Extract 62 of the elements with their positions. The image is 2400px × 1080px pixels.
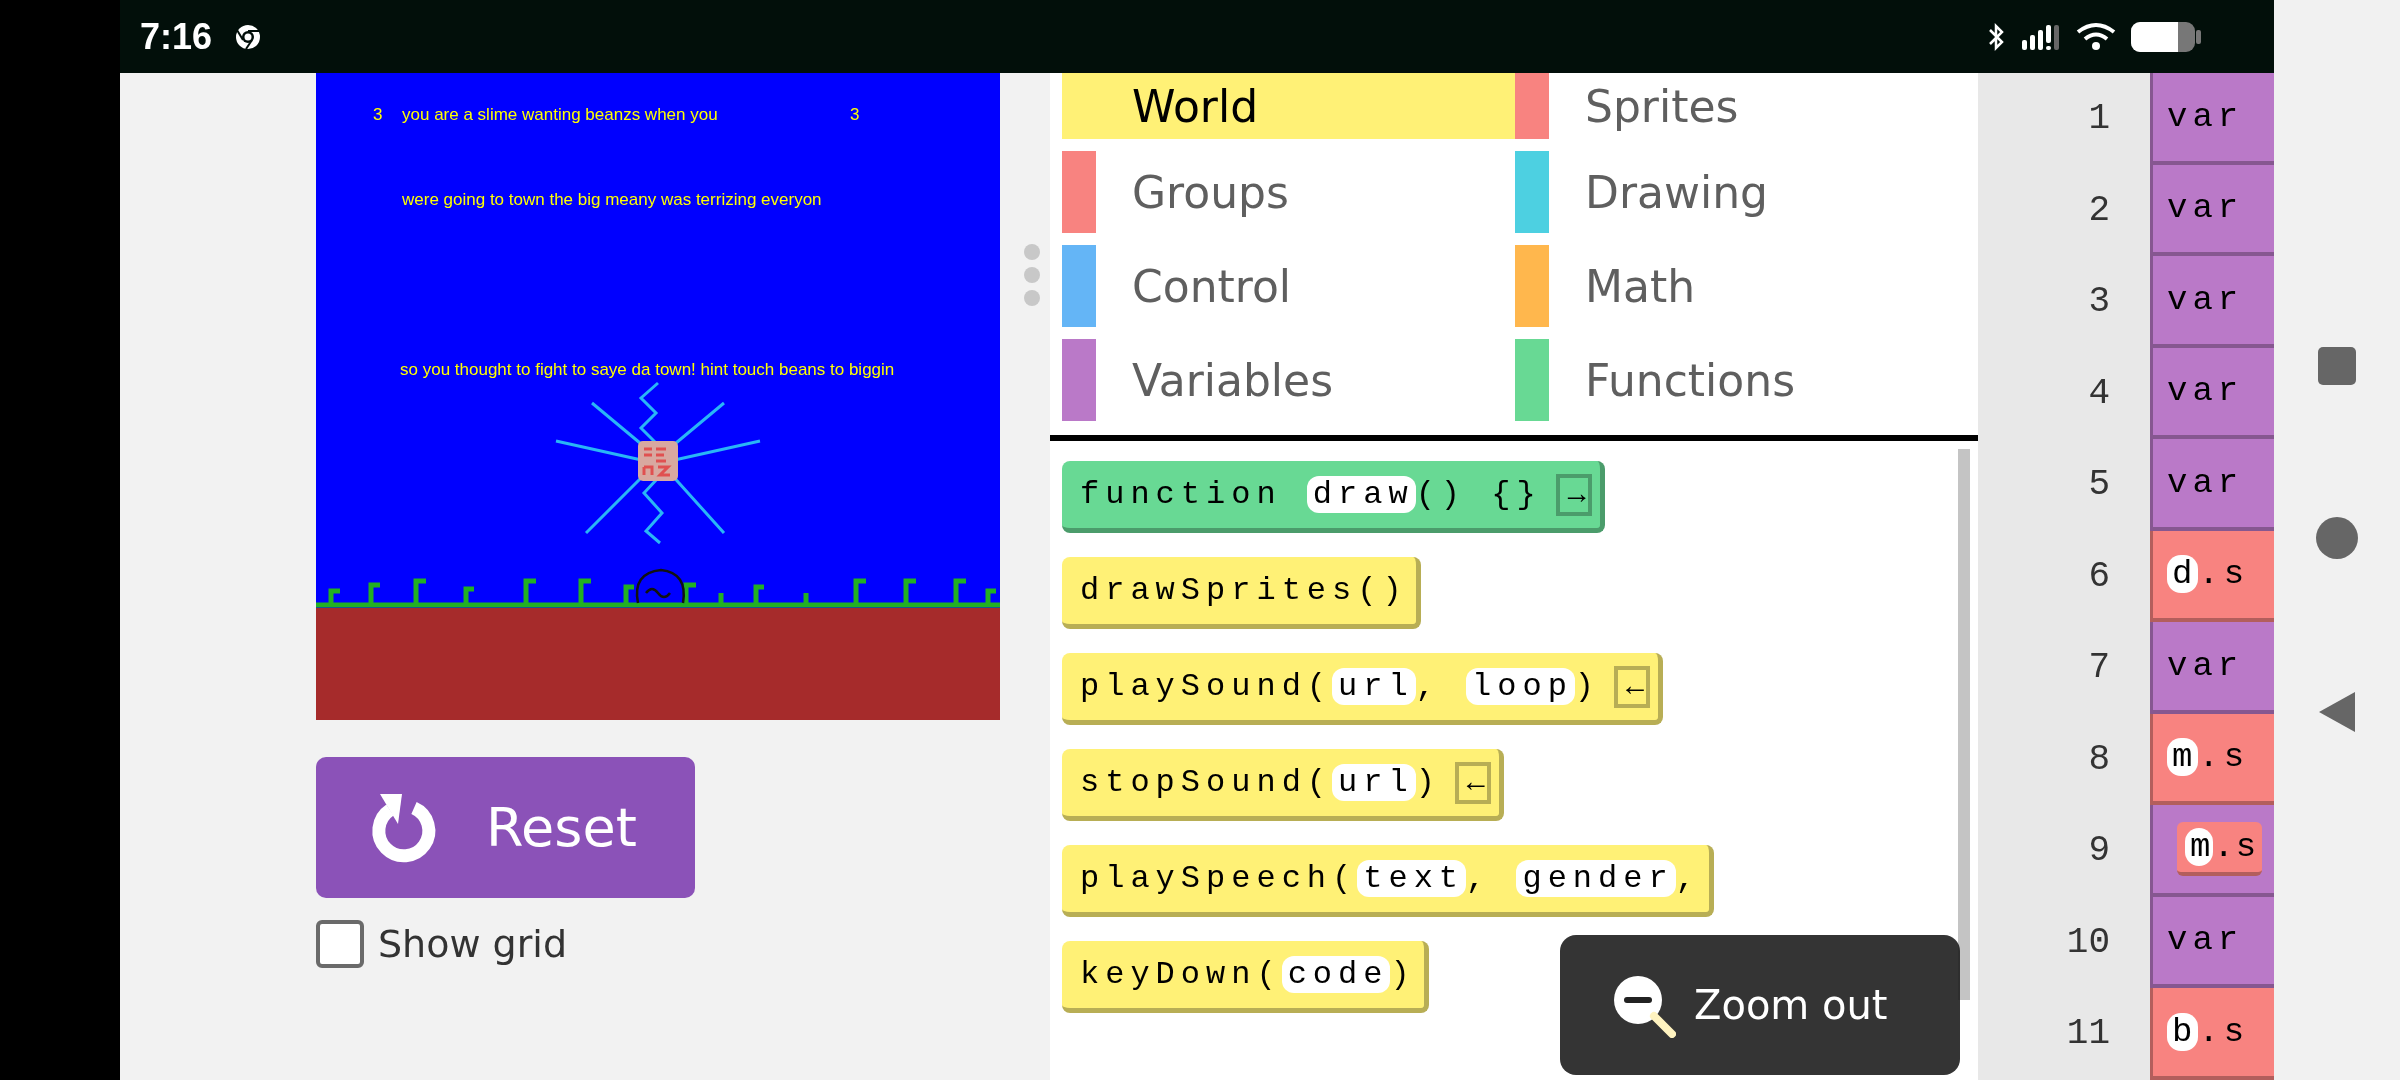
wifi-icon: [2076, 21, 2116, 52]
category-tab[interactable]: Math: [1515, 245, 1955, 327]
line-number: 4: [2088, 372, 2110, 414]
line-number: 3: [2088, 281, 2110, 323]
story-text: so you thought to fight to saye da town! hint touch beans to biggin: [400, 360, 895, 380]
line-number: 9: [2088, 830, 2110, 872]
category-tab[interactable]: Control: [1062, 245, 1515, 327]
line-number: 5: [2088, 464, 2110, 506]
story-text: you are a slime wanting beanzs when you: [402, 105, 718, 125]
code-line-block[interactable]: var: [2150, 896, 2274, 988]
line-number: 2: [2088, 189, 2110, 231]
line-number: 1: [2088, 98, 2110, 140]
code-line-block[interactable]: var: [2150, 622, 2274, 714]
drag-handle-icon[interactable]: [1022, 243, 1041, 307]
arrow-toggle[interactable]: ←: [1614, 665, 1651, 708]
nested-block[interactable]: m.s: [2177, 821, 2263, 876]
line-number: 11: [2066, 1013, 2110, 1055]
line-number: 7: [2088, 647, 2110, 689]
show-grid-checkbox[interactable]: [316, 920, 364, 968]
reset-button[interactable]: Reset: [316, 757, 695, 898]
category-tab[interactable]: Groups: [1062, 151, 1515, 233]
arrow-toggle[interactable]: →: [1555, 473, 1592, 516]
code-line-block[interactable]: m.s: [2150, 805, 2274, 897]
code-line-block[interactable]: var: [2150, 164, 2274, 256]
battery-icon: [2130, 19, 2202, 54]
code-line-block[interactable]: b.s: [2150, 988, 2274, 1080]
score-text: 3: [373, 105, 383, 125]
arrow-toggle[interactable]: ←: [1454, 761, 1491, 804]
code-line-block[interactable]: var: [2150, 347, 2274, 439]
line-number: 8: [2088, 738, 2110, 780]
back-button[interactable]: [2317, 690, 2357, 734]
clock-time: 7:16: [140, 15, 213, 58]
browser-icon: [234, 22, 263, 51]
category-tab[interactable]: Drawing: [1515, 151, 1955, 233]
category-tab[interactable]: Functions: [1515, 339, 1955, 421]
code-block[interactable]: stopSound( url) ←: [1062, 749, 1504, 821]
scrollbar[interactable]: [1958, 449, 1970, 1000]
code-line-block[interactable]: var: [2150, 256, 2274, 348]
line-number: 10: [2066, 921, 2110, 963]
recents-button[interactable]: [2317, 346, 2357, 386]
home-button[interactable]: [2315, 516, 2359, 560]
code-block[interactable]: playSpeech( text, gender,: [1062, 845, 1714, 917]
score-text: 3: [850, 105, 860, 125]
line-number: 6: [2088, 555, 2110, 597]
code-line-block[interactable]: var: [2150, 439, 2274, 531]
game-canvas[interactable]: 3 you are a slime wanting beanzs when you 3 were going to town the big meany was terrizing everyon so you thought to fight to saye da town! hint touch beans to biggin: [316, 73, 1000, 720]
code-block[interactable]: keyDown( code): [1062, 941, 1429, 1013]
code-line-block[interactable]: d.s: [2150, 530, 2274, 622]
category-tab[interactable]: Variables: [1062, 339, 1515, 421]
category-tab[interactable]: Sprites: [1515, 73, 1955, 139]
code-line-block[interactable]: m.s: [2150, 713, 2274, 805]
story-text: were going to town the big meany was terrizing everyon: [402, 190, 822, 210]
code-block[interactable]: drawSprites(): [1062, 557, 1421, 629]
code-line-block[interactable]: var: [2150, 73, 2274, 165]
slime-drawing: [635, 568, 686, 605]
zoom-toast: Zoom out: [1560, 935, 1960, 1075]
code-block[interactable]: function draw() {} →: [1062, 461, 1605, 533]
sprite-drawing: [638, 441, 678, 481]
category-tab[interactable]: World: [1062, 73, 1515, 139]
show-grid-label[interactable]: Show grid: [378, 922, 568, 966]
code-block[interactable]: playSound( url, loop) ←: [1062, 653, 1664, 725]
bluetooth-icon: [1986, 21, 2006, 52]
